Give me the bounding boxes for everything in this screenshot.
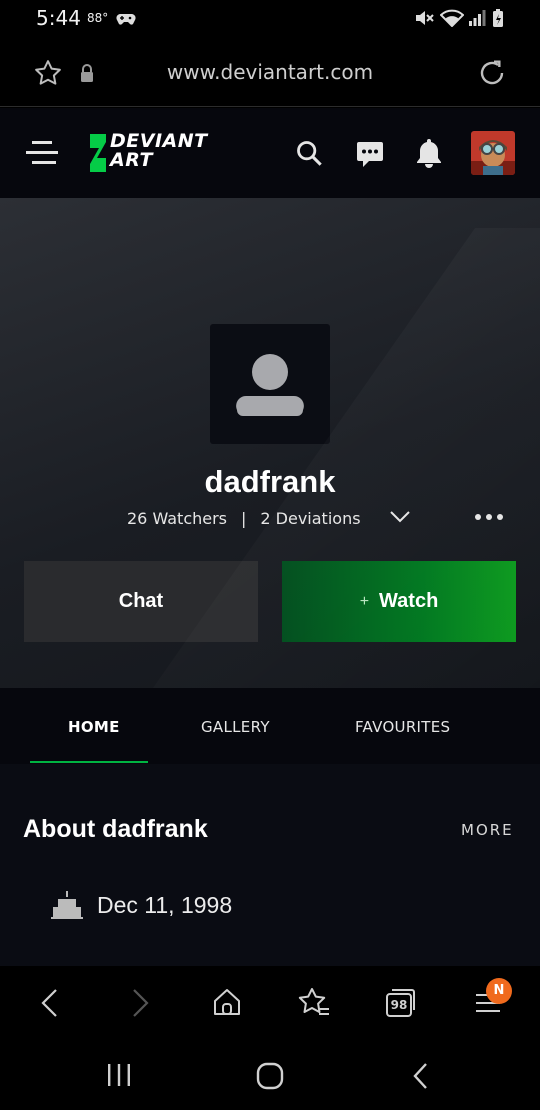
status-time: 5:44: [36, 6, 81, 30]
site-logo-text[interactable]: DEVIANT ART: [110, 132, 208, 170]
tab-gallery[interactable]: GALLERY: [201, 718, 270, 736]
system-navigation-bar: [0, 1040, 540, 1110]
signal-icon: [469, 10, 486, 26]
deviations-count[interactable]: 2 Deviations: [260, 509, 360, 528]
plus-icon: +: [359, 592, 370, 610]
logo-line-2: ART: [110, 149, 153, 171]
watchers-count[interactable]: 26 Watchers: [127, 509, 227, 528]
chat-button[interactable]: Chat: [24, 561, 258, 642]
tab-home[interactable]: HOME: [68, 718, 120, 736]
more-options-icon[interactable]: [474, 512, 504, 522]
back-icon[interactable]: [38, 988, 62, 1018]
tab-count: 98: [390, 998, 408, 1012]
deviantart-logo-icon[interactable]: [82, 133, 108, 173]
status-bar: 5:44 88°: [0, 0, 540, 38]
status-temperature: 88°: [87, 11, 109, 25]
tab-favourites[interactable]: FAVOURITES: [355, 718, 450, 736]
about-section: About dadfrank MORE Dec 11, 1998: [0, 764, 540, 966]
about-title: About dadfrank: [23, 815, 208, 843]
profile-username: dadfrank: [204, 464, 336, 499]
recent-apps-icon[interactable]: [106, 1063, 132, 1087]
about-more-link[interactable]: MORE: [461, 821, 514, 839]
chevron-down-icon[interactable]: [389, 510, 411, 524]
battery-charging-icon: [493, 9, 503, 27]
birthday-date: Dec 11, 1998: [97, 892, 233, 918]
reload-icon[interactable]: [476, 57, 508, 89]
search-icon[interactable]: [295, 139, 323, 167]
url-text[interactable]: www.deviantart.com: [0, 60, 540, 84]
site-header: DEVIANT ART: [0, 108, 540, 198]
menu-notification-badge: N: [486, 978, 512, 1004]
profile-stats: 26 Watchers | 2 Deviations: [127, 509, 361, 528]
profile-header: dadfrank 26 Watchers | 2 Deviations Chat +…: [0, 198, 540, 688]
profile-tabs: HOME GALLERY FAVOURITES: [0, 688, 540, 764]
stats-separator: |: [241, 509, 247, 528]
birthday-cake-icon: [51, 891, 83, 919]
chat-bubble-icon[interactable]: [355, 139, 385, 169]
browser-toolbar: 98: [0, 966, 540, 1040]
forward-icon[interactable]: [128, 988, 152, 1018]
tabs-icon[interactable]: 98: [385, 988, 416, 1018]
watch-button[interactable]: + Watch: [282, 561, 516, 642]
controller-icon: [116, 14, 136, 25]
watch-button-label: Watch: [379, 590, 439, 612]
home-icon[interactable]: [212, 987, 242, 1017]
wifi-icon: [440, 9, 464, 27]
menu-icon[interactable]: [26, 139, 58, 167]
user-avatar[interactable]: [471, 131, 515, 175]
browser-address-bar[interactable]: www.deviantart.com: [0, 38, 540, 107]
home-button-icon[interactable]: [256, 1062, 284, 1090]
user-avatar-image: [471, 131, 515, 175]
active-tab-indicator: [30, 761, 148, 763]
profile-avatar[interactable]: [210, 324, 330, 444]
system-back-icon[interactable]: [411, 1062, 431, 1090]
default-avatar-icon: [236, 354, 304, 416]
notification-bell-icon[interactable]: [414, 137, 444, 169]
bookmarks-icon[interactable]: [297, 987, 331, 1019]
mute-icon: [416, 11, 434, 25]
